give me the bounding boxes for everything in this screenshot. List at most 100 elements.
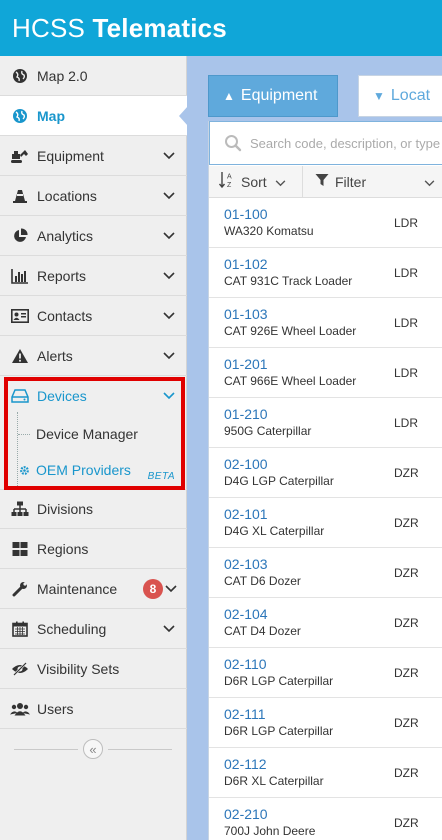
equipment-code-link[interactable]: 02-103: [224, 556, 268, 572]
sidebar-item-maintenance[interactable]: Maintenance 8: [0, 569, 187, 609]
equipment-description: D4G LGP Caterpillar: [224, 474, 334, 488]
tab-equipment[interactable]: ▲ Equipment: [208, 75, 338, 117]
sidebar-item-reports[interactable]: Reports: [0, 256, 187, 296]
tab-label: Equipment: [240, 87, 318, 104]
equipment-row[interactable]: 02-210 700J John Deere DZR: [209, 798, 442, 840]
sitemap-icon: [10, 499, 30, 519]
beta-badge: BETA: [147, 471, 175, 482]
chevron-down-icon[interactable]: [159, 386, 179, 406]
sidebar-item-divisions[interactable]: Divisions: [0, 489, 187, 529]
sidebar-item-contacts[interactable]: Contacts: [0, 296, 187, 336]
equipment-type: DZR: [394, 566, 419, 580]
equipment-description: D4G XL Caterpillar: [224, 524, 325, 538]
hard-drive-icon: [10, 386, 30, 406]
sidebar-item-label: Analytics: [37, 227, 94, 244]
svg-text:A: A: [227, 174, 232, 181]
chevron-down-icon[interactable]: [159, 146, 179, 166]
equipment-code-link[interactable]: 02-104: [224, 606, 268, 622]
equipment-row[interactable]: 01-103 CAT 926E Wheel Loader LDR: [209, 298, 442, 348]
sidebar-item-scheduling[interactable]: Scheduling: [0, 609, 187, 649]
search-box: [209, 121, 442, 165]
equipment-row[interactable]: 02-104 CAT D4 Dozer DZR: [209, 598, 442, 648]
equipment-code-link[interactable]: 01-103: [224, 306, 268, 322]
app-title: HCSS Telematics: [12, 13, 227, 43]
sidebar-item-label: Users: [37, 700, 74, 717]
equipment-type: DZR: [394, 766, 419, 780]
sidebar-item-locations[interactable]: Locations: [0, 176, 187, 216]
equipment-description: 700J John Deere: [224, 824, 316, 838]
equipment-row[interactable]: 02-111 D6R LGP Caterpillar DZR: [209, 698, 442, 748]
chevron-down-icon[interactable]: [159, 226, 179, 246]
sidebar-collapse-row: «: [0, 729, 187, 769]
equipment-code-link[interactable]: 02-111: [224, 706, 266, 722]
equipment-row[interactable]: 01-102 CAT 931C Track Loader LDR: [209, 248, 442, 298]
sidebar-subitem-device-manager[interactable]: Device Manager: [18, 416, 183, 452]
sidebar-item-devices[interactable]: Devices: [0, 376, 187, 416]
equipment-description: D6R LGP Caterpillar: [224, 724, 334, 738]
divider: [108, 749, 172, 750]
equipment-code-link[interactable]: 02-210: [224, 806, 268, 822]
sidebar-item-analytics[interactable]: Analytics: [0, 216, 187, 256]
chevron-down-icon[interactable]: [159, 346, 179, 366]
equipment-row[interactable]: 01-210 950G Caterpillar LDR: [209, 398, 442, 448]
equipment-row[interactable]: 02-110 D6R LGP Caterpillar DZR: [209, 648, 442, 698]
equipment-code-link[interactable]: 01-102: [224, 256, 268, 272]
sidebar-item-label: Equipment: [37, 147, 104, 164]
sidebar-item-equipment[interactable]: Equipment: [0, 136, 187, 176]
wrench-icon: [10, 579, 30, 599]
sidebar-item-users[interactable]: Users: [0, 689, 187, 729]
filter-button[interactable]: Filter: [303, 166, 442, 198]
calendar-icon: [10, 619, 30, 639]
globe-icon: [10, 66, 30, 86]
equipment-row[interactable]: 02-112 D6R XL Caterpillar DZR: [209, 748, 442, 798]
equipment-row[interactable]: 02-103 CAT D6 Dozer DZR: [209, 548, 442, 598]
equipment-code-link[interactable]: 02-100: [224, 456, 268, 472]
tree-connector: [18, 433, 30, 435]
equipment-type: DZR: [394, 616, 419, 630]
sidebar-item-label: Map 2.0: [37, 67, 88, 84]
sidebar-item-label: Locations: [37, 187, 97, 204]
equipment-row[interactable]: 01-100 WA320 Komatsu LDR: [209, 198, 442, 248]
equipment-row[interactable]: 02-101 D4G XL Caterpillar DZR: [209, 498, 442, 548]
sort-label: Sort: [241, 173, 267, 190]
sidebar-subitem-label: OEM Providers: [36, 462, 131, 478]
filter-label: Filter: [335, 173, 367, 190]
sidebar-item-map[interactable]: Map: [0, 96, 188, 136]
tab-label: Locat: [390, 87, 431, 104]
equipment-type: LDR: [394, 266, 419, 280]
sidebar-item-visibility-sets[interactable]: Visibility Sets: [0, 649, 187, 689]
sort-az-icon: AZ: [218, 171, 235, 192]
sidebar-subitem-label: Device Manager: [36, 426, 138, 442]
equipment-code-link[interactable]: 01-100: [224, 206, 268, 222]
chevron-down-icon[interactable]: [159, 306, 179, 326]
equipment-code-link[interactable]: 01-201: [224, 356, 268, 372]
chevron-down-icon[interactable]: [159, 266, 179, 286]
eye-slash-icon: [10, 659, 30, 679]
equipment-code-link[interactable]: 02-112: [224, 756, 267, 772]
tab-locations[interactable]: ▼ Locat: [358, 75, 442, 117]
svg-text:Z: Z: [227, 182, 232, 189]
equipment-row[interactable]: 02-100 D4G LGP Caterpillar DZR: [209, 448, 442, 498]
chevron-down-icon[interactable]: [159, 619, 179, 639]
sort-button[interactable]: AZ Sort: [209, 165, 303, 198]
search-input[interactable]: [250, 135, 440, 151]
collapse-sidebar-button[interactable]: «: [83, 739, 103, 759]
equipment-code-link[interactable]: 01-210: [224, 406, 268, 422]
equipment-description: CAT 931C Track Loader: [224, 274, 353, 288]
equipment-description: CAT 926E Wheel Loader: [224, 324, 357, 338]
equipment-code-link[interactable]: 02-101: [224, 506, 268, 522]
divider: [14, 749, 78, 750]
sidebar-item-alerts[interactable]: Alerts: [0, 336, 187, 376]
equipment-type: DZR: [394, 816, 419, 830]
sidebar-item-regions[interactable]: Regions: [0, 529, 187, 569]
equipment-description: 950G Caterpillar: [224, 424, 312, 438]
app-title-bold: Telematics: [92, 13, 227, 43]
equipment-row[interactable]: 01-201 CAT 966E Wheel Loader LDR: [209, 348, 442, 398]
sidebar-item-label: Map: [37, 107, 65, 124]
sidebar-item-map-2[interactable]: Map 2.0: [0, 56, 187, 96]
sidebar-subitem-oem-providers[interactable]: OEM Providers BETA: [18, 452, 183, 488]
chevron-down-icon[interactable]: [163, 579, 179, 599]
equipment-code-link[interactable]: 02-110: [224, 656, 267, 672]
chevron-down-icon[interactable]: [159, 186, 179, 206]
sidebar-item-label: Maintenance: [37, 580, 118, 597]
